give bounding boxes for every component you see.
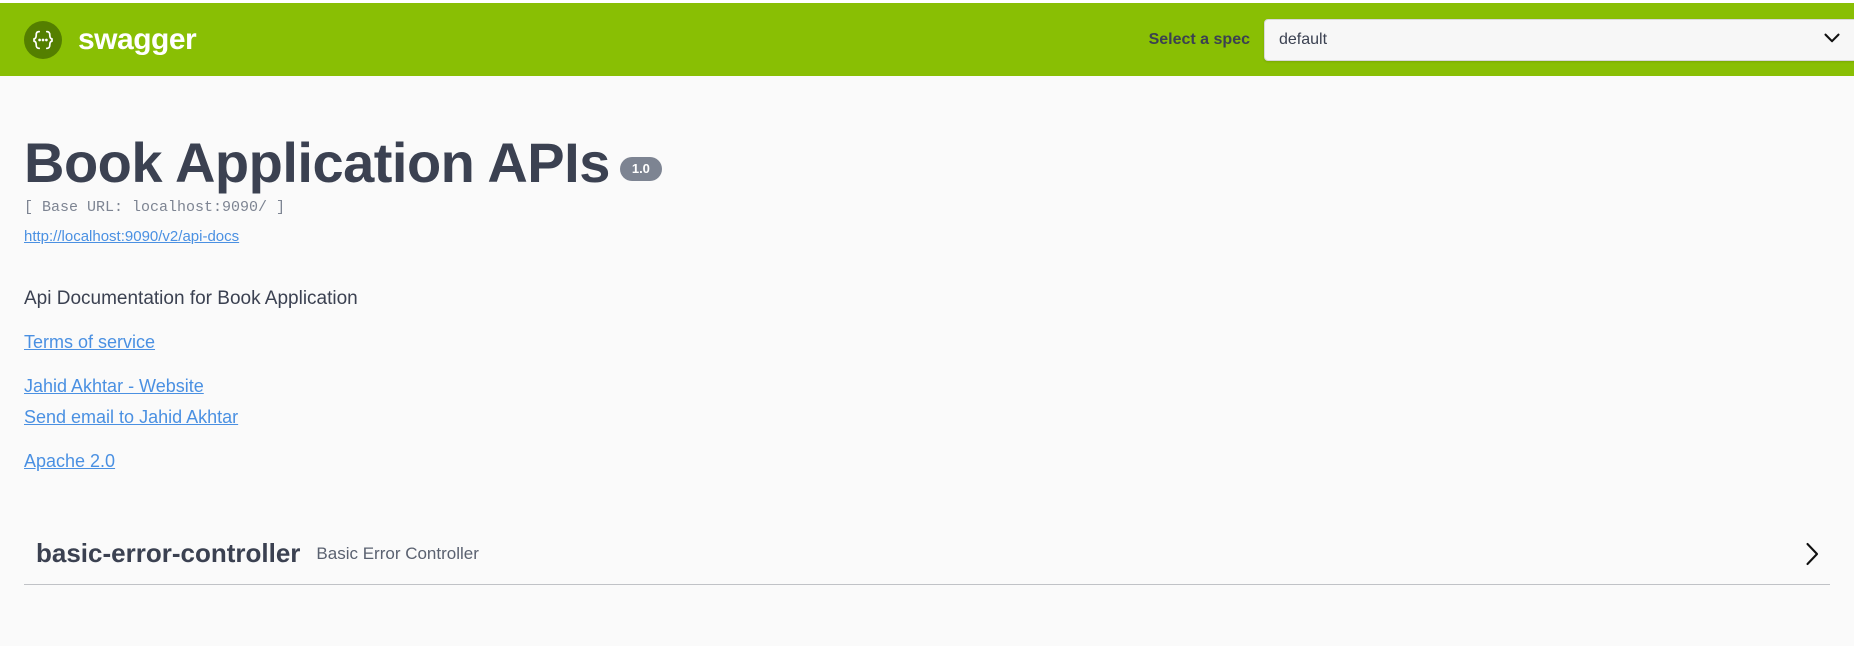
spec-select-wrapper: default [1264,18,1854,61]
api-links-list: Terms of service Jahid Akhtar - Website … [24,329,1830,476]
swagger-topbar: swagger Select a spec default [0,3,1854,76]
api-docs-link[interactable]: http://localhost:9090/v2/api-docs [24,226,239,247]
contact-website-link[interactable]: Jahid Akhtar - Website [24,373,1830,401]
spec-select[interactable]: default [1264,18,1854,61]
swagger-logo-link[interactable]: swagger [24,20,197,59]
base-url-text: [ Base URL: localhost:9090/ ] [24,198,286,216]
api-title-row: Book Application APIs 1.0 [24,131,1830,194]
tag-expand-button[interactable] [1794,536,1830,572]
spec-selector: Select a spec default [196,18,1854,61]
license-link[interactable]: Apache 2.0 [24,448,1830,476]
tag-description: Basic Error Controller [316,543,479,563]
chevron-right-icon [1802,540,1822,568]
api-info-block: Book Application APIs 1.0 [ Base URL: lo… [24,76,1830,476]
page-title: Book Application APIs [24,131,610,194]
main-content: Book Application APIs 1.0 [ Base URL: lo… [0,76,1854,476]
api-description: Api Documentation for Book Application [24,287,358,309]
tag-header-basic-error-controller[interactable]: basic-error-controller Basic Error Contr… [24,524,1830,585]
terms-of-service-link[interactable]: Terms of service [24,329,1830,357]
api-version-badge: 1.0 [619,157,662,181]
swagger-braces-icon [24,20,62,59]
tag-name: basic-error-controller [36,538,301,569]
swagger-logo-text: swagger [78,22,197,56]
tag-sections: basic-error-controller Basic Error Contr… [0,524,1854,585]
spec-selector-label: Select a spec [1148,30,1250,48]
contact-email-link[interactable]: Send email to Jahid Akhtar [24,404,1830,432]
